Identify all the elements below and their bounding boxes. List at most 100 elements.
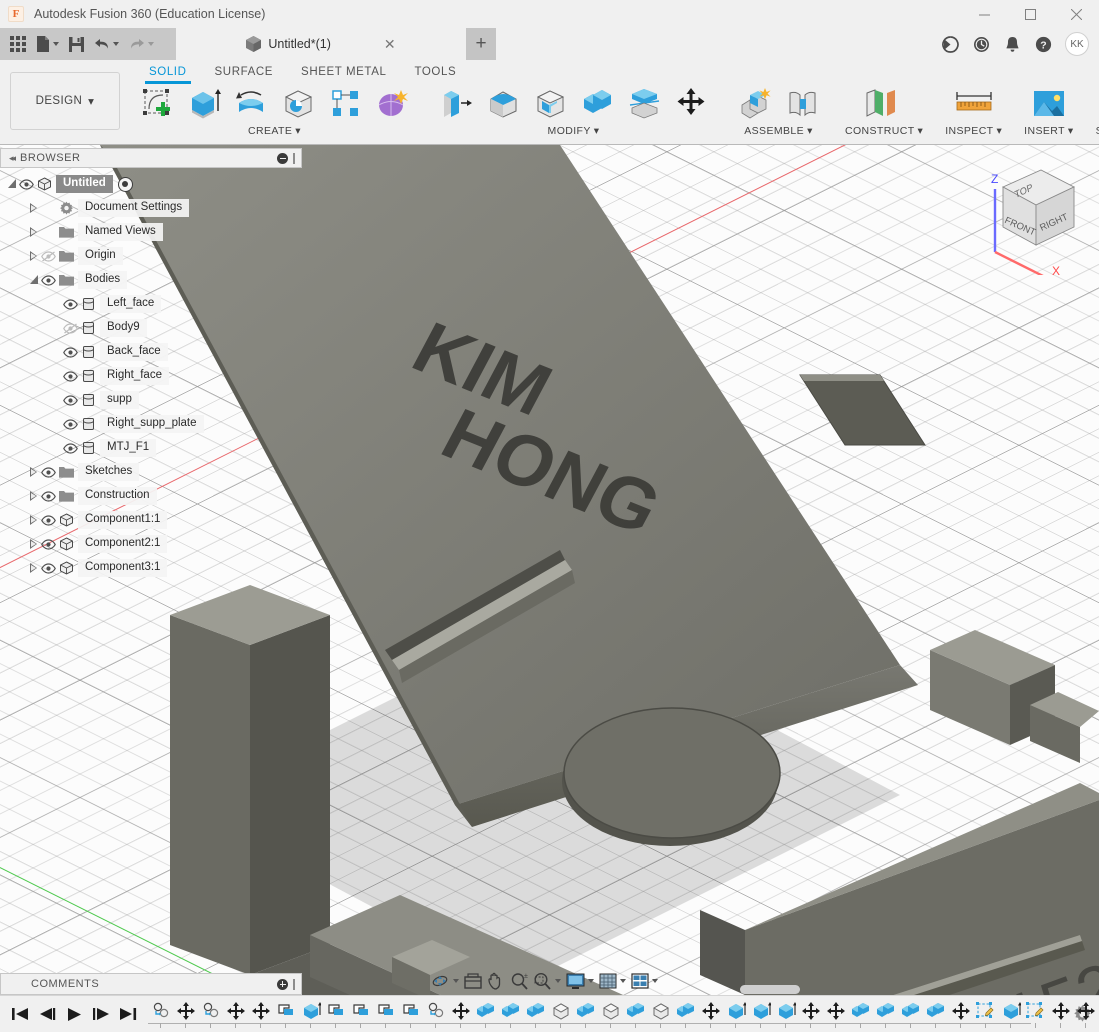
visibility-eye-icon[interactable] bbox=[40, 562, 57, 574]
ribbon-tab-surface[interactable]: SURFACE bbox=[201, 62, 288, 83]
timeline-feature-combine-icon[interactable] bbox=[473, 999, 498, 1028]
timeline-feature-move-icon[interactable] bbox=[448, 999, 473, 1028]
tree-item-right-face[interactable]: Right_face bbox=[0, 364, 302, 388]
browser-grip-icon[interactable] bbox=[293, 152, 295, 164]
timeline-feature-sketch-joint-icon[interactable] bbox=[198, 999, 223, 1028]
expand-arrow-closed-icon[interactable] bbox=[30, 539, 37, 549]
tree-item-document-settings[interactable]: Document Settings bbox=[0, 196, 302, 220]
tree-item-sketches[interactable]: Sketches bbox=[0, 460, 302, 484]
viewports-caret-icon[interactable] bbox=[652, 979, 658, 983]
tree-item-component1-1[interactable]: Component1:1 bbox=[0, 508, 302, 532]
timeline-feature-extrude-icon[interactable] bbox=[998, 999, 1023, 1028]
expand-arrow-closed-icon[interactable] bbox=[30, 563, 37, 573]
orbit-icon[interactable] bbox=[428, 969, 461, 993]
timeline-feature-combine-icon[interactable] bbox=[498, 999, 523, 1028]
visibility-hidden-icon[interactable] bbox=[40, 250, 57, 262]
job-status-icon[interactable] bbox=[935, 28, 966, 60]
browser-minimize-icon[interactable] bbox=[277, 152, 288, 164]
timeline-feature-body-icon[interactable] bbox=[548, 999, 573, 1028]
display-caret-icon[interactable] bbox=[588, 979, 594, 983]
extrude-icon[interactable] bbox=[183, 82, 225, 124]
offset-plane-icon[interactable] bbox=[856, 82, 912, 124]
visibility-hidden-icon[interactable] bbox=[62, 322, 79, 334]
timeline-feature-split-body-icon[interactable] bbox=[323, 999, 348, 1028]
comments-grip-icon[interactable] bbox=[293, 978, 295, 990]
timeline-feature-combine-icon[interactable] bbox=[923, 999, 948, 1028]
tree-item-body9[interactable]: Body9 bbox=[0, 316, 302, 340]
timeline-feature-combine-icon[interactable] bbox=[898, 999, 923, 1028]
revolve-icon[interactable] bbox=[230, 82, 272, 124]
timeline-feature-combine-icon[interactable] bbox=[873, 999, 898, 1028]
timeline-feature-move-icon[interactable] bbox=[798, 999, 823, 1028]
save-icon[interactable] bbox=[65, 30, 88, 58]
timeline-feature-split-body-icon[interactable] bbox=[273, 999, 298, 1028]
timeline-feature-move-icon[interactable] bbox=[698, 999, 723, 1028]
ribbon-tab-solid[interactable]: SOLID bbox=[135, 62, 201, 84]
undo-caret-icon[interactable] bbox=[113, 42, 119, 46]
recent-icon[interactable] bbox=[966, 28, 997, 60]
assemble-group-caret-icon[interactable]: ▾ bbox=[807, 125, 813, 137]
timeline-feature-combine-icon[interactable] bbox=[673, 999, 698, 1028]
shell-icon[interactable] bbox=[529, 82, 571, 124]
tree-item-mtj-f1[interactable]: MTJ_F1 bbox=[0, 436, 302, 460]
fillet-icon[interactable] bbox=[482, 82, 524, 124]
expand-arrow-closed-icon[interactable] bbox=[30, 515, 37, 525]
visibility-eye-icon[interactable] bbox=[40, 490, 57, 502]
new-tab-button[interactable]: + bbox=[466, 28, 496, 60]
fit-icon[interactable] bbox=[531, 969, 563, 993]
maximize-button[interactable] bbox=[1007, 0, 1053, 28]
tree-item-construction[interactable]: Construction bbox=[0, 484, 302, 508]
close-button[interactable] bbox=[1053, 0, 1099, 28]
timeline-feature-extrude-icon[interactable] bbox=[773, 999, 798, 1028]
ribbon-tab-tools[interactable]: TOOLS bbox=[400, 62, 470, 83]
visibility-eye-icon[interactable] bbox=[62, 298, 79, 310]
help-icon[interactable]: ? bbox=[1028, 28, 1059, 60]
fit-caret-icon[interactable] bbox=[555, 979, 561, 983]
timeline-feature-move-icon[interactable] bbox=[948, 999, 973, 1028]
insert-group-caret-icon[interactable]: ▾ bbox=[1068, 125, 1074, 137]
browser-collapse-icon[interactable]: ◂◂ bbox=[1, 153, 20, 164]
timeline-feature-body-icon[interactable] bbox=[648, 999, 673, 1028]
add-comment-icon[interactable] bbox=[277, 978, 288, 990]
timeline-feature-move-icon[interactable] bbox=[823, 999, 848, 1028]
expand-arrow-open-icon[interactable] bbox=[8, 179, 16, 189]
visibility-eye-icon[interactable] bbox=[40, 466, 57, 478]
step-back-icon[interactable] bbox=[35, 1001, 59, 1027]
hole-icon[interactable] bbox=[277, 82, 319, 124]
visibility-eye-icon[interactable] bbox=[62, 346, 79, 358]
timeline-feature-extrude-icon[interactable] bbox=[723, 999, 748, 1028]
construct-group-caret-icon[interactable]: ▾ bbox=[918, 125, 924, 137]
expand-arrow-closed-icon[interactable] bbox=[30, 251, 37, 261]
tree-item-back-face[interactable]: Back_face bbox=[0, 340, 302, 364]
timeline-feature-combine-icon[interactable] bbox=[573, 999, 598, 1028]
expand-arrow-open-icon[interactable] bbox=[30, 275, 38, 285]
move-copy-icon[interactable] bbox=[670, 82, 712, 124]
new-component-icon[interactable] bbox=[734, 82, 776, 124]
document-tab[interactable]: Untitled*(1) ✕ bbox=[176, 28, 466, 60]
create-group-caret-icon[interactable]: ▾ bbox=[295, 125, 301, 137]
tree-item-bodies[interactable]: Bodies bbox=[0, 268, 302, 292]
tree-item-right-supp-plate[interactable]: Right_supp_plate bbox=[0, 412, 302, 436]
timeline-feature-body-icon[interactable] bbox=[598, 999, 623, 1028]
press-pull-icon[interactable] bbox=[435, 82, 477, 124]
timeline-feature-combine-icon[interactable] bbox=[848, 999, 873, 1028]
go-to-end-icon[interactable] bbox=[116, 1001, 140, 1027]
go-to-beginning-icon[interactable] bbox=[8, 1001, 32, 1027]
play-icon[interactable] bbox=[62, 1001, 86, 1027]
display-settings-icon[interactable] bbox=[564, 969, 596, 993]
timeline-feature-sketch-icon[interactable] bbox=[973, 999, 998, 1028]
visibility-eye-icon[interactable] bbox=[40, 538, 57, 550]
measure-icon[interactable] bbox=[948, 82, 1000, 124]
redo-caret-icon[interactable] bbox=[148, 42, 154, 46]
insert-mcmaster-icon[interactable] bbox=[1025, 82, 1073, 124]
timeline-feature-move-icon[interactable] bbox=[1073, 999, 1098, 1028]
timeline-scrollbar[interactable] bbox=[740, 985, 800, 994]
redo-icon[interactable] bbox=[125, 30, 158, 58]
app-grid-icon[interactable] bbox=[6, 30, 30, 58]
new-file-icon[interactable] bbox=[32, 30, 63, 58]
inspect-group-caret-icon[interactable]: ▾ bbox=[997, 125, 1003, 137]
timeline-feature-move-icon[interactable] bbox=[173, 999, 198, 1028]
tree-item-supp[interactable]: supp bbox=[0, 388, 302, 412]
joint-icon[interactable] bbox=[781, 82, 823, 124]
timeline-feature-extrude-icon[interactable] bbox=[298, 999, 323, 1028]
